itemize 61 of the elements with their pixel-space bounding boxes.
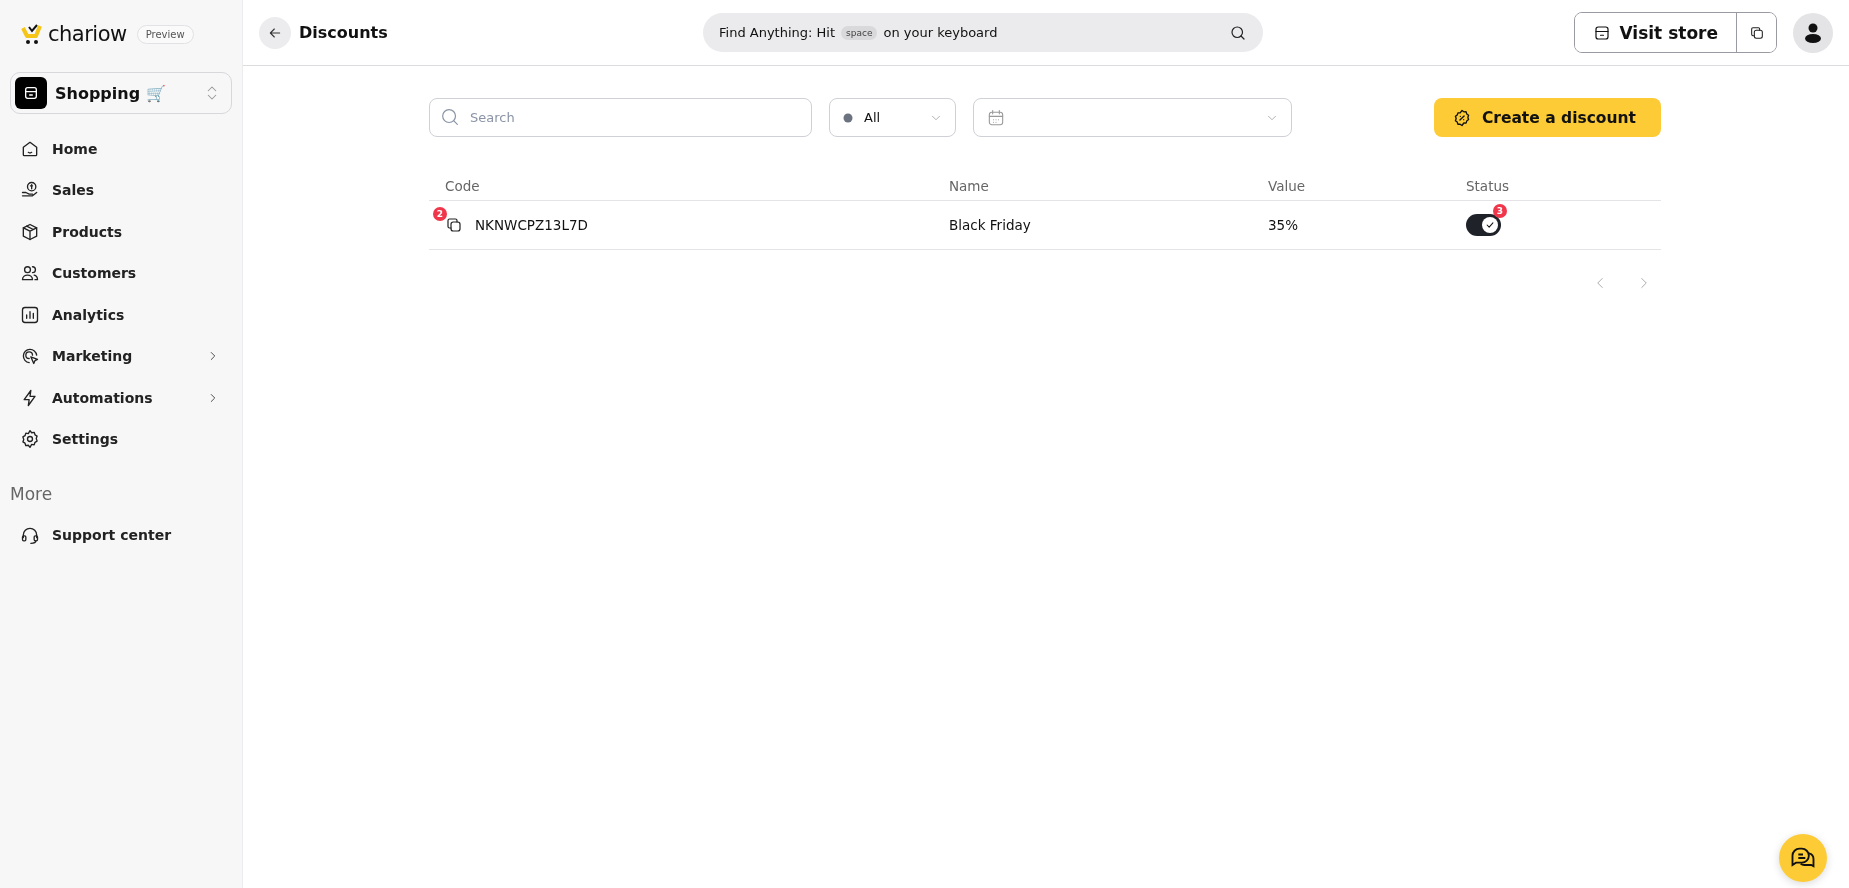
nav-item[interactable]: Products	[10, 211, 232, 253]
nav-item[interactable]: Analytics	[10, 294, 232, 336]
bar-chart-icon	[20, 304, 40, 325]
storefront-icon	[1593, 23, 1612, 42]
global-search-field[interactable]: Find Anything: Hit space on your keyboard	[703, 13, 1263, 52]
nav-item[interactable]: Home	[10, 128, 232, 170]
box-icon	[20, 221, 40, 242]
brand-name: chariow	[48, 22, 127, 46]
nav-label: Marketing	[52, 348, 134, 365]
preview-badge: Preview	[136, 24, 194, 44]
number-badge: 3	[1493, 204, 1507, 218]
dot-icon	[842, 111, 854, 124]
column-header: Status	[1466, 178, 1511, 194]
avatar-button[interactable]	[1793, 12, 1833, 53]
create-discount-button[interactable]: Create a discount	[1433, 98, 1661, 137]
nav-item[interactable]: Settings	[10, 418, 232, 460]
chat-button[interactable]	[1779, 834, 1827, 882]
search-field[interactable]: Search	[429, 98, 812, 137]
table-cell-text: 35%	[1268, 217, 1299, 233]
nav-label: Settings	[52, 431, 120, 448]
nav-label: Customers	[52, 265, 138, 282]
column-header: Value	[1268, 178, 1307, 194]
key-hint: space	[841, 25, 878, 40]
nav-label: Home	[52, 140, 99, 157]
copy-icon	[1748, 24, 1765, 41]
nav-item[interactable]: Sales	[10, 169, 232, 211]
nav-label: Automations	[52, 389, 154, 406]
status-toggle[interactable]	[1466, 214, 1501, 236]
search-hint: on your keyboard	[883, 25, 998, 40]
nav-item[interactable]: Marketing	[10, 335, 232, 377]
copy-button[interactable]	[1736, 13, 1776, 52]
nav-label: Sales	[52, 182, 96, 199]
back-button[interactable]	[259, 16, 291, 49]
cart-logo-icon	[20, 22, 44, 46]
number-badge: 2	[433, 207, 447, 221]
copy-icon	[445, 216, 463, 234]
nav-item[interactable]: Customers	[10, 252, 232, 294]
store-selector[interactable]: Shopping 🛒	[10, 72, 232, 114]
search-hint: Find Anything: Hit	[719, 25, 836, 40]
copy-code-button[interactable]	[445, 216, 463, 234]
nav-label: Analytics	[52, 306, 126, 323]
cursor-click-icon	[20, 346, 40, 367]
settings-icon	[20, 429, 40, 450]
user-silhouette-icon	[1804, 22, 1822, 43]
table-cell-text: Black Friday	[949, 217, 1032, 233]
column-header: Code	[445, 178, 481, 194]
calendar-icon	[986, 107, 1006, 128]
section-title: More	[10, 484, 54, 504]
nav-item[interactable]: Support center	[10, 514, 232, 556]
status-dropdown[interactable]: All	[829, 98, 956, 137]
search-icon	[1229, 23, 1247, 42]
nav-label: Support center	[52, 526, 173, 543]
nav-item[interactable]: Automations	[10, 377, 232, 419]
column-header: Name	[949, 178, 990, 194]
page-title: Discounts	[299, 23, 388, 42]
search-icon	[439, 106, 461, 128]
table-cell: NKNWCPZ13L7D	[475, 217, 588, 233]
store-name: Shopping 🛒	[55, 83, 167, 103]
storefront-icon	[23, 85, 39, 101]
check-icon	[1485, 220, 1495, 230]
nav-label: Products	[52, 223, 124, 240]
